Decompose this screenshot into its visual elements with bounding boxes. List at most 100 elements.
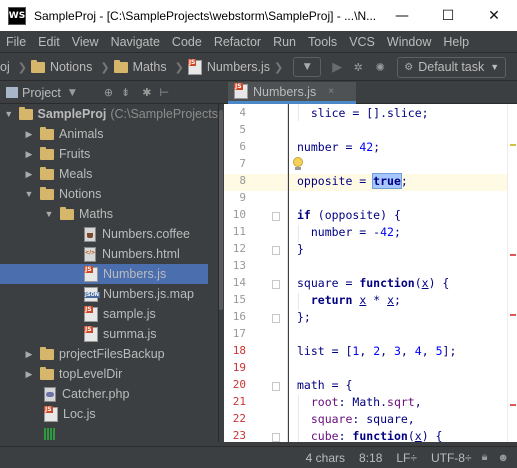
project-tree-scrollbar[interactable] xyxy=(219,110,223,310)
breadcrumb-separator-icon: ❯ xyxy=(274,60,284,74)
menu-window[interactable]: Window xyxy=(381,35,437,49)
tree-item-sample-js[interactable]: sample.js xyxy=(0,304,218,324)
tab-label: Numbers.js xyxy=(253,84,317,99)
line-number: 23 xyxy=(232,429,246,442)
code-line-14: square = function(x) { xyxy=(297,276,450,290)
breadcrumb-numbers-js[interactable]: Numbers.js xyxy=(187,58,270,75)
tree-item-numbers-js[interactable]: Numbers.js xyxy=(0,264,208,284)
debug-icon[interactable]: ✲ xyxy=(347,57,369,77)
lock-icon[interactable]: 🔒︎ xyxy=(482,451,488,464)
breadcrumb-maths[interactable]: Maths xyxy=(113,59,167,74)
fold-marker-icon[interactable] xyxy=(272,212,280,221)
project-tree: ▼ SampleProj (C:\SampleProjects ▶ Animal… xyxy=(0,104,218,442)
tree-item-projectfilesbackup[interactable]: ▶ projectFilesBackup xyxy=(0,344,218,364)
lightbulb-base xyxy=(295,167,301,170)
line-number: 8 xyxy=(239,174,246,187)
tree-item-catcher-php[interactable]: Catcher.php xyxy=(0,384,218,404)
code-editor[interactable]: slice = [].slice; number = 42; opposite … xyxy=(289,104,507,442)
tree-item-label: Notions xyxy=(59,187,102,201)
tree-item-fruits[interactable]: ▶ Fruits xyxy=(0,144,218,164)
warning-mark[interactable] xyxy=(510,144,516,146)
folder-icon xyxy=(60,206,74,220)
expand-arrow-icon[interactable]: ▼ xyxy=(4,109,13,119)
close-button[interactable]: ✕ xyxy=(471,0,517,31)
inspector-icon[interactable]: ☻ xyxy=(497,452,509,464)
hide-panel-icon[interactable]: ⊢ xyxy=(159,86,169,99)
menu-refactor[interactable]: Refactor xyxy=(208,35,267,49)
breadcrumb-project-label: oj xyxy=(0,60,10,74)
tree-item-numbers-coffee[interactable]: Numbers.coffee xyxy=(0,224,218,244)
breadcrumb-project[interactable]: oj xyxy=(0,60,10,74)
tree-item-numbers-html[interactable]: Numbers.html xyxy=(0,244,218,264)
code-line-11: number = -42; xyxy=(297,225,401,239)
code-line-4: slice = [].slice; xyxy=(297,106,429,120)
menu-code[interactable]: Code xyxy=(166,35,208,49)
code-line-12: } xyxy=(297,242,304,256)
tree-item-external-libraries[interactable] xyxy=(0,424,218,442)
fold-marker-icon[interactable] xyxy=(272,433,280,442)
menu-tools[interactable]: Tools xyxy=(302,35,343,49)
expand-arrow-icon[interactable]: ▶ xyxy=(24,169,34,180)
line-separator-selector[interactable]: LF÷ xyxy=(396,451,417,465)
navigation-bar: oj ❯ Notions ❯ Maths ❯ Numbers.js ❯ ▼ ▶ … xyxy=(0,54,517,81)
error-mark[interactable] xyxy=(510,404,516,406)
folder-icon xyxy=(40,186,54,200)
maximize-button[interactable]: ☐ xyxy=(425,0,471,31)
run-config-dropdown[interactable]: ⚙ Default task ▼ xyxy=(397,56,507,78)
editor-gutter: 4 5 6 7 8 9 10 11 12 13 14 15 16 17 18 1… xyxy=(224,104,288,442)
fold-marker-icon[interactable] xyxy=(272,246,280,255)
expand-arrow-icon[interactable]: ▼ xyxy=(24,189,34,199)
fold-marker-icon[interactable] xyxy=(272,280,280,289)
line-number: 10 xyxy=(232,208,246,221)
tree-item-label: SampleProj xyxy=(37,107,107,121)
navigation-dropdown-button[interactable]: ▼ xyxy=(293,57,322,77)
menu-help[interactable]: Help xyxy=(437,35,475,49)
menu-vcs[interactable]: VCS xyxy=(343,35,381,49)
tree-item-animals[interactable]: ▶ Animals xyxy=(0,124,218,144)
menu-view[interactable]: View xyxy=(66,35,105,49)
menu-navigate[interactable]: Navigate xyxy=(105,35,166,49)
encoding-selector[interactable]: UTF-8÷ xyxy=(431,451,472,465)
tree-item-loc-js[interactable]: Loc.js xyxy=(0,404,218,424)
menu-run[interactable]: Run xyxy=(267,35,302,49)
line-number: 19 xyxy=(232,361,246,374)
close-tab-icon[interactable]: × xyxy=(328,86,334,97)
tree-item-numbers-js-map[interactable]: Numbers.js.map xyxy=(0,284,218,304)
tree-item-label: topLevelDir xyxy=(59,367,123,381)
tree-item-meals[interactable]: ▶ Meals xyxy=(0,164,218,184)
expand-arrow-icon[interactable]: ▶ xyxy=(24,149,34,160)
menu-edit[interactable]: Edit xyxy=(32,35,66,49)
error-mark[interactable] xyxy=(510,314,516,316)
chevron-down-icon[interactable]: ▼ xyxy=(69,88,76,98)
expand-arrow-icon[interactable]: ▶ xyxy=(24,129,34,140)
expand-arrow-icon[interactable]: ▼ xyxy=(44,209,54,219)
lightbulb-icon[interactable] xyxy=(292,157,304,171)
chevron-down-icon: ▼ xyxy=(490,62,500,72)
tree-item-label: Meals xyxy=(59,167,93,181)
caret-position[interactable]: 8:18 xyxy=(359,451,382,465)
tree-item-notions[interactable]: ▼ Notions xyxy=(0,184,218,204)
expand-arrow-icon[interactable]: ▶ xyxy=(24,369,34,380)
error-stripe[interactable] xyxy=(507,104,517,442)
run-icon[interactable]: ▶ xyxy=(327,57,347,77)
menu-file[interactable]: File xyxy=(0,35,32,49)
tab-numbers-js[interactable]: Numbers.js × xyxy=(228,82,356,104)
tree-item-label: Numbers.js.map xyxy=(103,287,194,301)
gear-icon[interactable]: ✱ xyxy=(142,86,151,99)
expand-arrow-icon[interactable]: ▶ xyxy=(24,349,34,360)
project-view-selector[interactable]: Project xyxy=(22,86,61,100)
collapse-all-icon[interactable]: ⇟ xyxy=(121,86,130,99)
tree-item-summa-js[interactable]: summa.js xyxy=(0,324,218,344)
breadcrumb-notions[interactable]: Notions xyxy=(30,59,92,74)
minimize-button[interactable]: — xyxy=(379,0,425,31)
coverage-icon[interactable]: ✺ xyxy=(369,57,391,77)
editor-tab-bar: Numbers.js × xyxy=(224,82,517,104)
tree-item-maths[interactable]: ▼ Maths xyxy=(0,204,218,224)
fold-marker-icon[interactable] xyxy=(272,382,280,391)
tree-item-topleveldir[interactable]: ▶ topLevelDir xyxy=(0,364,218,384)
tree-item-sampleproj[interactable]: ▼ SampleProj (C:\SampleProjects xyxy=(0,104,218,124)
fold-marker-icon[interactable] xyxy=(272,314,280,323)
code-line-21: root: Math.sqrt, xyxy=(310,395,422,409)
sync-icon[interactable]: ⊕ xyxy=(104,86,113,99)
error-mark[interactable] xyxy=(510,254,516,256)
